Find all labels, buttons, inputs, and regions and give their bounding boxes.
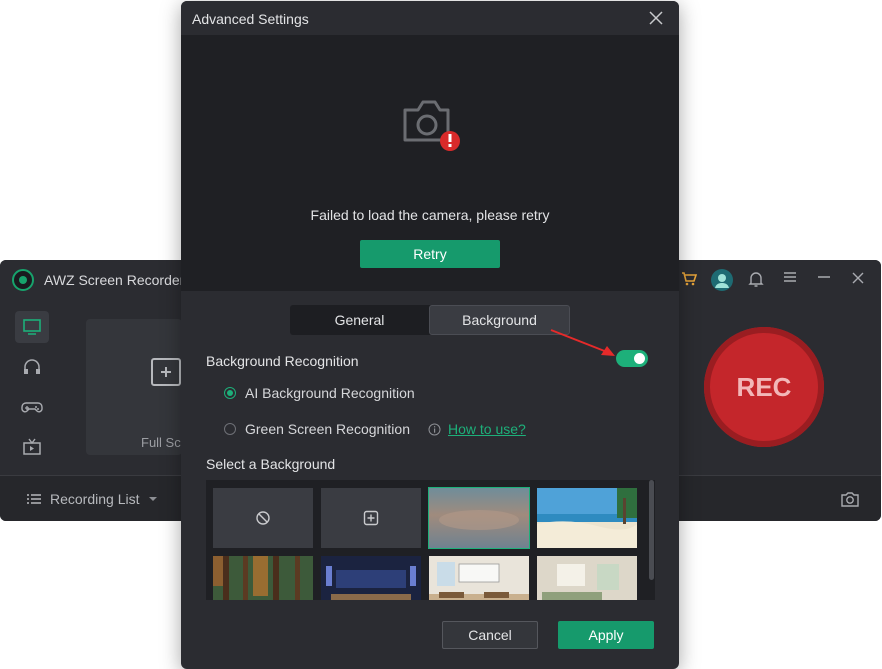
camera-error-message: Failed to load the camera, please retry [310, 207, 550, 223]
background-none[interactable] [213, 488, 313, 548]
background-add[interactable] [321, 488, 421, 548]
radio-unselected[interactable] [224, 423, 236, 435]
apply-button[interactable]: Apply [558, 621, 654, 649]
close-icon[interactable] [647, 9, 665, 27]
chevron-down-icon [148, 497, 157, 501]
camera-snapshot-icon[interactable] [840, 490, 860, 508]
rec-label: REC [736, 371, 792, 402]
app-title: AWZ Screen Recorder [44, 272, 185, 288]
info-icon[interactable] [428, 423, 441, 436]
radio-selected[interactable] [224, 387, 236, 399]
green-screen-label: Green Screen Recognition [245, 421, 410, 437]
add-icon [321, 488, 421, 548]
camera-preview: Failed to load the camera, please retry … [181, 35, 679, 291]
recording-list-label: Recording List [50, 491, 140, 507]
recording-list-button[interactable]: Recording List [26, 491, 158, 507]
select-background-label: Select a Background [206, 456, 336, 472]
headphones-icon[interactable] [15, 351, 49, 383]
app-sidebar [0, 300, 64, 475]
background-living-room[interactable] [537, 556, 637, 600]
dialog-header: Advanced Settings [181, 1, 679, 35]
background-recognition-toggle[interactable] [616, 350, 648, 367]
background-classroom[interactable] [429, 556, 529, 600]
no-background-icon [213, 488, 313, 548]
green-screen-option[interactable]: Green Screen Recognition [224, 421, 441, 437]
background-beach[interactable] [537, 488, 637, 548]
rec-button[interactable]: REC [704, 327, 824, 447]
avatar[interactable] [711, 269, 733, 291]
card-label: Full Sc [141, 435, 181, 450]
camera-error-icon [402, 98, 464, 152]
ai-recognition-label: AI Background Recognition [245, 385, 415, 401]
background-recognition-label: Background Recognition [206, 353, 359, 369]
tab-general[interactable]: General [290, 305, 429, 335]
advanced-settings-dialog: Advanced Settings Failed to load the cam… [181, 1, 679, 669]
how-to-use-link[interactable]: How to use? [448, 421, 526, 437]
app-logo [12, 269, 34, 291]
tab-background[interactable]: Background [429, 305, 570, 335]
menu-icon[interactable] [780, 270, 800, 290]
toggle-knob [634, 353, 645, 364]
retry-button[interactable]: Retry [360, 240, 500, 268]
gallery-scrollbar[interactable] [649, 480, 654, 580]
list-icon [27, 494, 41, 504]
dialog-title: Advanced Settings [192, 11, 309, 27]
settings-tabs: General Background [290, 305, 570, 335]
monitor-icon[interactable] [15, 311, 49, 343]
bell-icon[interactable] [746, 270, 766, 290]
gamepad-icon[interactable] [15, 391, 49, 423]
cart-icon[interactable] [679, 270, 699, 290]
screen-select-icon [150, 357, 182, 387]
background-forest[interactable] [213, 556, 313, 600]
cancel-button[interactable]: Cancel [442, 621, 538, 649]
background-studio[interactable] [321, 556, 421, 600]
background-blur[interactable] [428, 487, 530, 549]
close-icon[interactable] [848, 270, 868, 290]
background-gallery [206, 480, 655, 600]
minimize-icon[interactable] [814, 270, 834, 290]
tv-icon[interactable] [15, 431, 49, 463]
ai-recognition-option[interactable]: AI Background Recognition [224, 385, 415, 401]
